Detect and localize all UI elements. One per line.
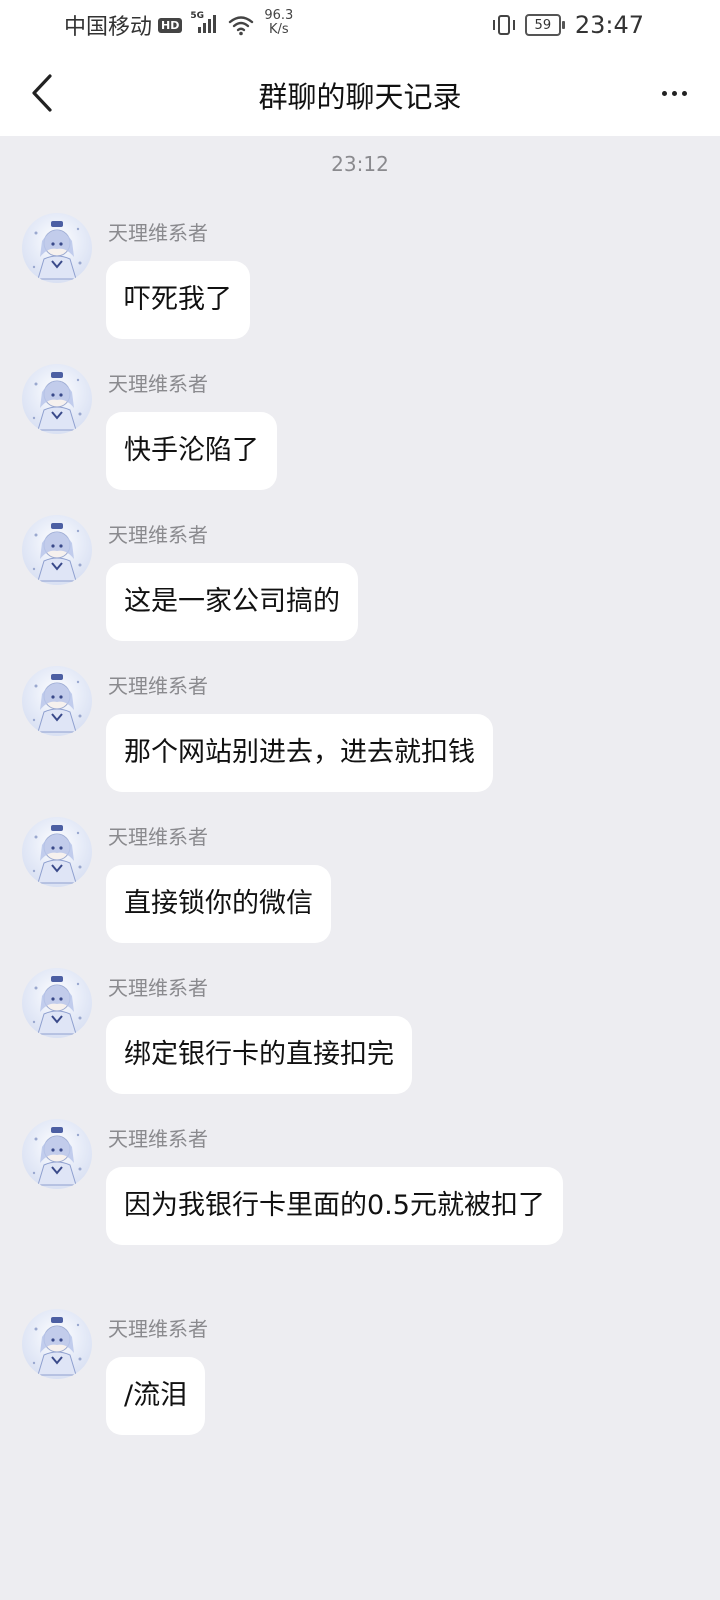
avatar-illustration xyxy=(32,372,82,431)
speed-value: 96.3 xyxy=(264,8,294,23)
hd-badge: HD xyxy=(158,17,183,33)
network-speed: 96.3 K/s xyxy=(264,9,293,37)
avatar-illustration xyxy=(32,523,82,582)
chat-header: 群聊的聊天记录 xyxy=(0,50,720,136)
battery-level: 59 xyxy=(534,17,552,33)
chat-area[interactable]: 23:12 天理维系者 吓死我了 天理维系者 快手沦陷了 天理维系者 这是一家公… xyxy=(0,136,720,1600)
avatar-illustration xyxy=(32,976,82,1035)
avatar-illustration xyxy=(32,1127,82,1186)
status-right: 59 23:47 xyxy=(491,10,644,40)
signal-icon: 5G xyxy=(190,11,220,37)
battery-icon: 59 xyxy=(524,14,565,36)
sender-name: 天理维系者 xyxy=(108,523,208,547)
avatar-illustration xyxy=(32,221,82,280)
message-bubble[interactable]: 因为我银行卡里面的0.5元就被扣了 xyxy=(106,1167,563,1245)
page-title: 群聊的聊天记录 xyxy=(258,80,462,114)
sender-name: 天理维系者 xyxy=(108,674,208,698)
avatar[interactable] xyxy=(22,968,92,1038)
avatar[interactable] xyxy=(22,1119,92,1189)
message-bubble[interactable]: /流泪 xyxy=(106,1357,206,1435)
carrier-name: 中国移动 xyxy=(64,15,153,40)
avatar[interactable] xyxy=(22,1309,92,1379)
sender-name: 天理维系者 xyxy=(108,1127,208,1151)
sender-name: 天理维系者 xyxy=(108,976,208,1000)
wifi-icon xyxy=(229,16,254,36)
sender-name: 天理维系者 xyxy=(108,221,208,245)
avatar[interactable] xyxy=(22,515,92,585)
status-bar: 中国移动 HD 5G 96.3 K/s 59 23:47 xyxy=(0,0,720,50)
vibrate-icon xyxy=(492,15,515,35)
avatar[interactable] xyxy=(22,213,92,283)
more-button[interactable] xyxy=(654,76,694,110)
sender-name: 天理维系者 xyxy=(108,825,208,849)
status-time: 23:47 xyxy=(574,11,644,39)
avatar-illustration xyxy=(32,674,82,733)
speed-unit: K/s xyxy=(268,22,289,37)
avatar[interactable] xyxy=(22,364,92,434)
message-bubble[interactable]: 那个网站别进去，进去就扣钱 xyxy=(106,714,493,792)
sender-name: 天理维系者 xyxy=(108,372,208,396)
message-bubble[interactable]: 绑定银行卡的直接扣完 xyxy=(106,1016,412,1094)
message-bubble[interactable]: 快手沦陷了 xyxy=(106,412,277,490)
more-dots-icon xyxy=(661,90,687,96)
message-bubble[interactable]: 直接锁你的微信 xyxy=(106,865,331,943)
avatar-illustration xyxy=(32,1317,82,1376)
chat-timestamp: 23:12 xyxy=(331,152,389,176)
message-bubble[interactable]: 吓死我了 xyxy=(106,261,250,339)
message-bubble[interactable]: 这是一家公司搞的 xyxy=(106,563,358,641)
avatar-illustration xyxy=(32,825,82,884)
avatar[interactable] xyxy=(22,666,92,736)
status-left: 中国移动 HD 5G 96.3 K/s xyxy=(64,9,293,41)
sender-name: 天理维系者 xyxy=(108,1317,208,1341)
avatar[interactable] xyxy=(22,817,92,887)
